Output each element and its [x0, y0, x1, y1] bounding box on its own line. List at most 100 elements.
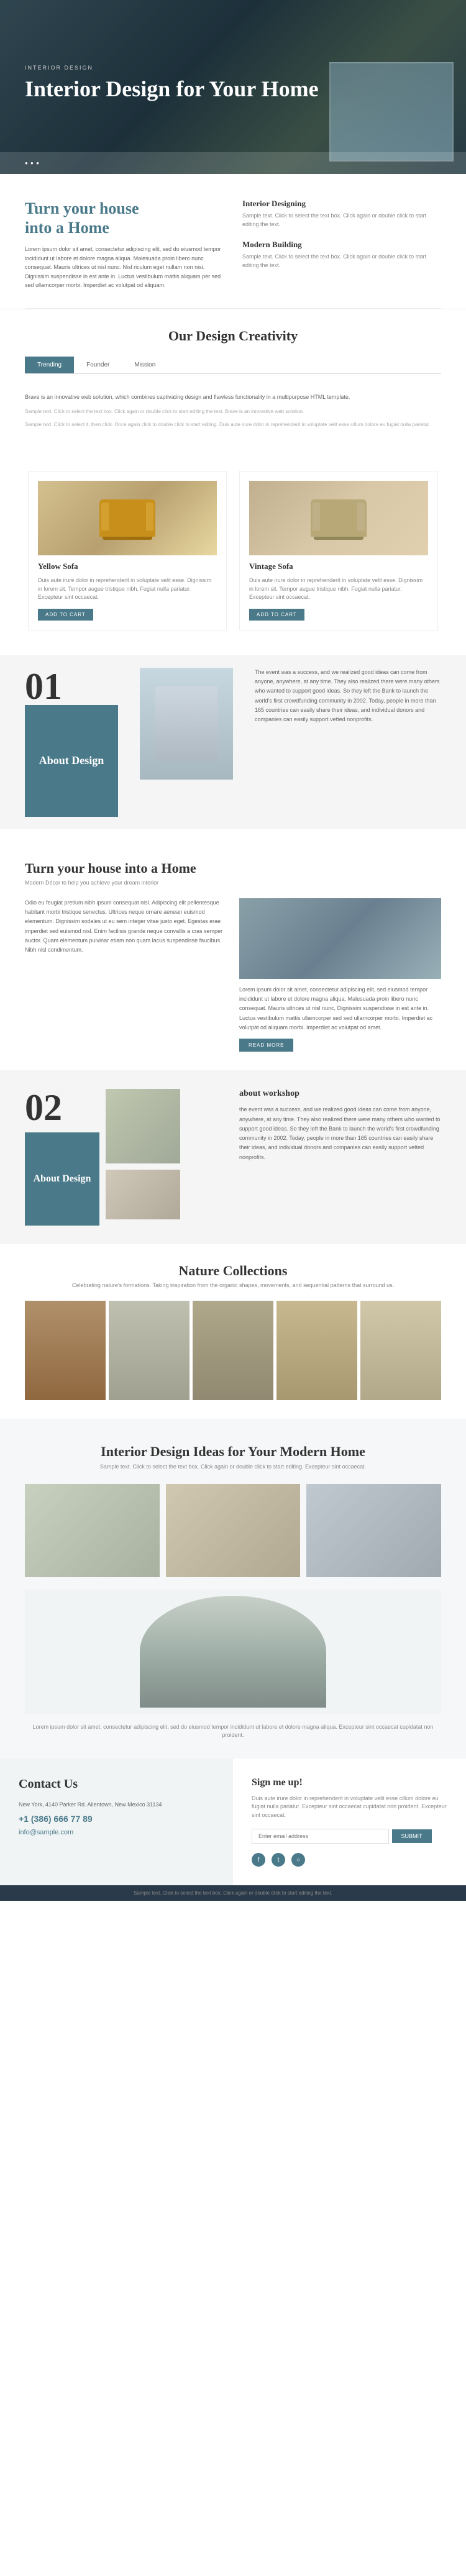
interior-designing-block: Interior Designing Sample text. Click to…	[242, 199, 441, 229]
facebook-icon[interactable]: f	[252, 1853, 265, 1867]
about-design-1-section: 01 About Design The event was a success,…	[0, 655, 466, 829]
social-icons-row: f t ○	[252, 1853, 447, 1867]
tab-trending[interactable]: Trending	[25, 357, 74, 373]
footer: Sample text. Click to select the text bo…	[0, 1885, 466, 1901]
about-2-left: 02 About Design	[25, 1089, 227, 1226]
contact-section: Contact Us New York, 4140 Parker Rd. All…	[0, 1759, 466, 1886]
yellow-sofa-title: Yellow Sofa	[38, 562, 217, 571]
vintage-sofa-desc: Duis aute irure dolor in reprehenderit i…	[249, 576, 428, 602]
about-2-img-top	[106, 1089, 180, 1163]
about-1-text: The event was a success, and we realized…	[245, 668, 441, 817]
interior-ideas-section: Interior Design Ideas for Your Modern Ho…	[0, 1419, 466, 1759]
turn-house-2-right-body: Lorem ipsum dolor sit amet, consectetur …	[239, 985, 441, 1032]
footer-text: Sample text. Click to select the text bo…	[25, 1890, 441, 1896]
hero-section: INTERIOR DESIGN Interior Design for Your…	[0, 0, 466, 174]
contact-address-block: New York, 4140 Parker Rd. Allentown, New…	[19, 1801, 214, 1809]
turn-house-right: Interior Designing Sample text. Click to…	[242, 199, 441, 289]
sofa-section: Yellow Sofa Duis aute irure dolor in rep…	[0, 458, 466, 643]
contact-email: info@sample.com	[19, 1829, 214, 1836]
turn-house-2-section: Turn your house into a Home Modern Décor…	[0, 842, 466, 1070]
vintage-sofa-item: Vintage Sofa Duis aute irure dolor in re…	[239, 471, 438, 630]
nature-grid	[25, 1301, 441, 1400]
turn-house-2-heading: Turn your house into a Home	[25, 860, 441, 876]
about-2-box-title: About Design	[34, 1173, 91, 1186]
interior-idea-img-3	[306, 1484, 441, 1577]
hero-label: INTERIOR DESIGN	[25, 65, 319, 71]
vintage-sofa-image	[249, 481, 428, 555]
tab-content-heading: Brave is an innovative web solution, whi…	[25, 393, 441, 401]
contact-heading: Contact Us	[19, 1777, 214, 1791]
yellow-sofa-add-btn[interactable]: ADD TO CART	[38, 609, 93, 621]
about-1-box-title: About Design	[39, 753, 104, 768]
nature-item-5	[360, 1301, 441, 1400]
twitter-icon[interactable]: t	[272, 1853, 285, 1867]
modern-building-text: Sample text. Click to select the text bo…	[242, 253, 441, 270]
nature-item-2	[109, 1301, 190, 1400]
instagram-icon[interactable]: ○	[291, 1853, 305, 1867]
about-2-workshop-title: about workshop	[239, 1089, 441, 1099]
contact-address: New York, 4140 Parker Rd. Allentown, New…	[19, 1801, 214, 1809]
vintage-sofa-title: Vintage Sofa	[249, 562, 428, 571]
nature-item-1	[25, 1301, 106, 1400]
turn-house-2-left: Odio eu feugiat pretium nibh ipsum conse…	[25, 898, 227, 1052]
hero-image-decor	[329, 62, 454, 162]
yellow-sofa-desc: Duis aute irure dolor in reprehenderit i…	[38, 576, 217, 602]
interior-designing-title: Interior Designing	[242, 199, 441, 209]
modern-building-block: Modern Building Sample text. Click to se…	[242, 240, 441, 270]
interior-idea-img-1	[25, 1484, 160, 1577]
table-decor-section	[25, 1590, 441, 1714]
contact-left: Contact Us New York, 4140 Parker Rd. All…	[0, 1759, 233, 1886]
interior-idea-img-2	[166, 1484, 301, 1577]
read-more-button[interactable]: READ MORE	[239, 1039, 293, 1052]
tab-content-area: Brave is an innovative web solution, whi…	[25, 386, 441, 440]
tab-sample-2: Sample text. Click to select it, then cl…	[25, 421, 441, 429]
contact-right: Sign me up! Duis aute irure dolor in rep…	[233, 1759, 466, 1886]
hero-bottom-bar: ● ● ●	[0, 152, 466, 174]
tab-founder[interactable]: Founder	[74, 357, 122, 373]
vintage-sofa-add-btn[interactable]: ADD TO CART	[249, 609, 304, 621]
email-signup-input[interactable]	[252, 1829, 389, 1844]
turn-house-2-right: Lorem ipsum dolor sit amet, consectetur …	[239, 898, 441, 1052]
about-1-box: About Design	[25, 705, 118, 817]
tab-mission[interactable]: Mission	[122, 357, 168, 373]
about-2-img-bottom	[106, 1170, 180, 1219]
table-decor	[140, 1596, 326, 1708]
about-2-number: 02	[25, 1089, 99, 1126]
about-2-box: About Design	[25, 1132, 99, 1226]
contact-phone: +1 (386) 666 77 89	[19, 1814, 214, 1824]
turn-house-body: Lorem ipsum dolor sit amet, consectetur …	[25, 245, 224, 289]
about-2-img-col	[106, 1089, 180, 1226]
email-signup-row: SUBMIT	[252, 1829, 447, 1844]
about-1-body: The event was a success, and we realized…	[255, 668, 441, 725]
interior-ideas-body: Lorem ipsum dolor sit amet, consectetur …	[25, 1723, 441, 1740]
design-creativity-heading: Our Design Creativity	[25, 328, 441, 344]
yellow-sofa-item: Yellow Sofa Duis aute irure dolor in rep…	[28, 471, 227, 630]
hero-bar-label: ● ● ●	[25, 160, 40, 166]
hero-title: Interior Design for Your Home	[25, 76, 319, 102]
yellow-sofa-image	[38, 481, 217, 555]
design-creativity-tabs: Trending Founder Mission	[25, 357, 441, 374]
signup-heading: Sign me up!	[252, 1777, 447, 1788]
turn-house-left: Turn your house into a Home Lorem ipsum …	[25, 199, 224, 289]
interior-ideas-subtitle: Sample text. Click to select the text bo…	[25, 1463, 441, 1472]
about-2-right: about workshop the event was a success, …	[227, 1089, 441, 1226]
turn-house-heading: Turn your house into a Home	[25, 199, 224, 237]
turn-house-2-subtitle: Modern Décor to help you achieve your dr…	[25, 880, 441, 886]
nature-collections-section: Nature Collections Celebrating nature's …	[0, 1244, 466, 1419]
submit-button[interactable]: SUBMIT	[392, 1829, 432, 1843]
interior-designing-text: Sample text. Click to select the text bo…	[242, 212, 441, 229]
modern-building-title: Modern Building	[242, 240, 441, 250]
turn-house-section: Turn your house into a Home Lorem ipsum …	[0, 174, 466, 308]
interior-ideas-heading: Interior Design Ideas for Your Modern Ho…	[25, 1444, 441, 1460]
design-creativity-section: Our Design Creativity Trending Founder M…	[0, 309, 466, 458]
about-1-number: 01	[25, 668, 62, 705]
signup-body: Duis aute irure dolor in reprehenderit i…	[252, 1795, 447, 1820]
nature-item-3	[193, 1301, 273, 1400]
about-design-2-section: 02 About Design about workshop the event…	[0, 1070, 466, 1244]
tab-sample-1: Sample text. Click to select the text bo…	[25, 408, 441, 416]
nature-item-4	[276, 1301, 357, 1400]
turn-house-2-grid: Odio eu feugiat pretium nibh ipsum conse…	[25, 898, 441, 1052]
nature-heading: Nature Collections	[25, 1263, 441, 1279]
about-1-right-image	[140, 668, 233, 780]
about-2-number-col: 02 About Design	[25, 1089, 99, 1226]
